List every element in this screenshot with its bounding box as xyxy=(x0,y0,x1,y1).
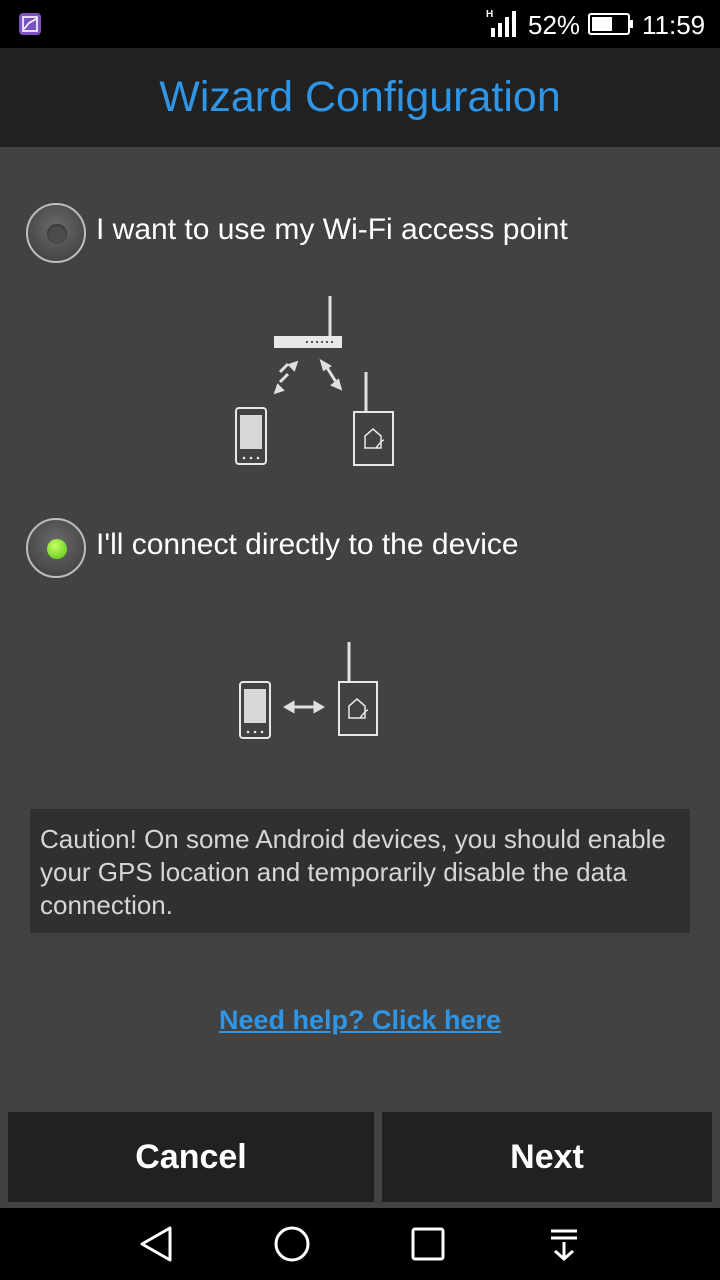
direct-option-label: I'll connect directly to the device xyxy=(96,528,519,561)
next-button[interactable]: Next xyxy=(382,1112,712,1202)
status-bar: H 52% 11:59 xyxy=(0,0,720,48)
caution-box: Caution! On some Android devices, you sh… xyxy=(30,809,690,933)
help-link[interactable]: Need help? Click here xyxy=(0,1005,720,1036)
router-icon xyxy=(274,296,342,348)
double-arrow-icon xyxy=(273,358,343,395)
wifi-access-point-option[interactable]: I want to use my Wi-Fi access point xyxy=(26,203,666,267)
recents-icon[interactable] xyxy=(408,1224,448,1264)
phone-icon xyxy=(239,681,271,739)
cancel-button[interactable]: Cancel xyxy=(8,1112,374,1202)
phone-icon xyxy=(235,407,267,465)
network-type-label: H xyxy=(486,9,493,20)
back-icon[interactable] xyxy=(136,1224,176,1264)
direct-radio-button[interactable] xyxy=(26,518,86,578)
navigation-bar xyxy=(0,1208,720,1280)
double-arrow-icon xyxy=(282,700,326,714)
battery-percent: 52% xyxy=(528,10,581,40)
home-icon[interactable] xyxy=(272,1224,312,1264)
caution-text: Caution! On some Android devices, you sh… xyxy=(40,824,666,920)
page-title: Wizard Configuration xyxy=(159,73,561,121)
radio-selected-dot xyxy=(47,539,67,559)
wifi-setup-illustration xyxy=(235,296,394,466)
notifications-down-icon[interactable] xyxy=(544,1224,584,1264)
battery-icon xyxy=(588,13,634,40)
title-bar: Wizard Configuration xyxy=(0,48,720,147)
device-icon xyxy=(353,372,394,466)
radio-unselected-dot xyxy=(47,224,67,244)
wifi-radio-button[interactable] xyxy=(26,203,86,263)
signal-icon: H xyxy=(486,8,524,45)
direct-setup-illustration xyxy=(239,642,378,739)
clock: 11:59 xyxy=(642,10,706,40)
wifi-option-label: I want to use my Wi-Fi access point xyxy=(96,213,568,246)
device-icon xyxy=(338,642,378,736)
gallery-icon xyxy=(19,13,41,35)
direct-connect-option[interactable]: I'll connect directly to the device xyxy=(26,518,666,582)
